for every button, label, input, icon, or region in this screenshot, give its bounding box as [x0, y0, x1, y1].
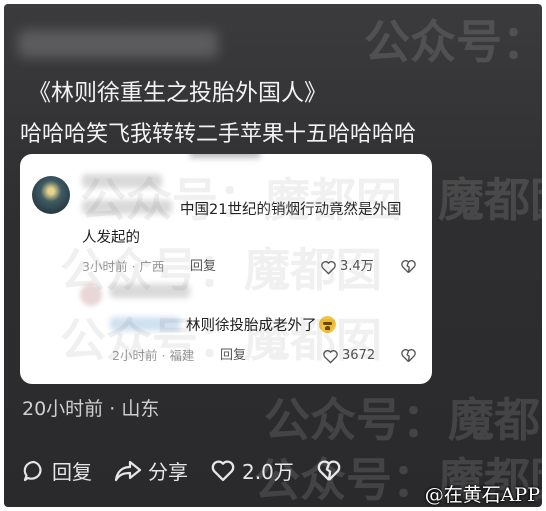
- comment-text-line2: 人发起的: [82, 230, 140, 246]
- post-title: 《林则徐重生之投胎外国人》: [28, 80, 327, 106]
- reply-button[interactable]: 回复: [22, 456, 92, 485]
- watermark: 公众号：魔都囡: [264, 393, 542, 447]
- comment-time: 3小时前: [82, 259, 128, 274]
- post-time-location: 20小时前 · 山东: [22, 396, 159, 422]
- blurred-commenter-name: [110, 284, 190, 298]
- meta-separator: ·: [131, 259, 136, 274]
- dislike-button[interactable]: [316, 459, 342, 482]
- commenter-avatar: [32, 176, 70, 214]
- share-button[interactable]: 分享: [114, 456, 188, 485]
- meta-separator: ·: [161, 348, 166, 363]
- comment-meta: 3小时前 · 广西: [82, 259, 164, 275]
- comment-location: 福建: [169, 348, 195, 363]
- comment-location: 广西: [139, 259, 165, 274]
- post-body: 哈哈哈笑飞我转转二手苹果十五哈哈哈哈: [20, 122, 417, 147]
- post-screenshot-frame: 《林则徐重生之投胎外国人》 哈哈哈笑飞我转转二手苹果十五哈哈哈哈 中国21世纪的…: [4, 4, 542, 507]
- blurred-reply-target: [110, 317, 180, 331]
- comment-like-count: 3.4万: [340, 259, 374, 274]
- heart-icon: [321, 260, 336, 275]
- share-arrow-icon: [114, 460, 142, 481]
- comment-text: 林则徐投胎成老外了: [186, 316, 336, 336]
- broken-heart-icon: [401, 349, 416, 363]
- comment-reply-button: 回复: [190, 259, 217, 274]
- blurred-reply-target: [82, 200, 172, 214]
- comment-like: 3672: [322, 348, 375, 364]
- blurred-commenter-name: [82, 174, 162, 188]
- like-count: 2.0万: [242, 460, 294, 484]
- blurred-username: [18, 30, 218, 58]
- embedded-comment-screenshot: 中国21世纪的销烟行动竟然是外国 人发起的 3小时前 · 广西 回复 3.4万 …: [20, 154, 432, 384]
- comment-text-line1: 中国21世纪的销烟行动竟然是外国: [180, 202, 402, 218]
- comment-like: 3.4万: [320, 259, 374, 275]
- reply-label: 回复: [52, 460, 92, 484]
- comment-bubble-icon: [23, 460, 42, 481]
- comment-text-content: 林则徐投胎成老外了: [186, 318, 317, 334]
- comment-like-count: 3672: [342, 348, 376, 363]
- watermark: 公众号：魔都囡: [364, 15, 542, 69]
- comment-reply-button: 回复: [220, 348, 247, 363]
- cut-off-text: [190, 154, 260, 158]
- post-time: 20小时前: [22, 398, 104, 420]
- heart-icon: [323, 349, 338, 364]
- broken-heart-icon: [317, 460, 341, 481]
- broken-heart-icon: [401, 260, 416, 274]
- heart-icon: [211, 460, 235, 482]
- source-watermark: @在黄石APP: [424, 484, 540, 506]
- post-location: 山东: [121, 398, 160, 420]
- action-bar: 回复 分享 2.0万: [22, 456, 364, 485]
- commenter-avatar: [80, 284, 102, 306]
- share-label: 分享: [148, 460, 188, 484]
- comment-time: 2小时前: [112, 348, 158, 363]
- meta-separator: ·: [109, 398, 116, 420]
- like-button[interactable]: 2.0万: [210, 456, 294, 485]
- comment-meta: 2小时前 · 福建: [112, 348, 194, 364]
- crying-emoji-icon: [318, 316, 336, 333]
